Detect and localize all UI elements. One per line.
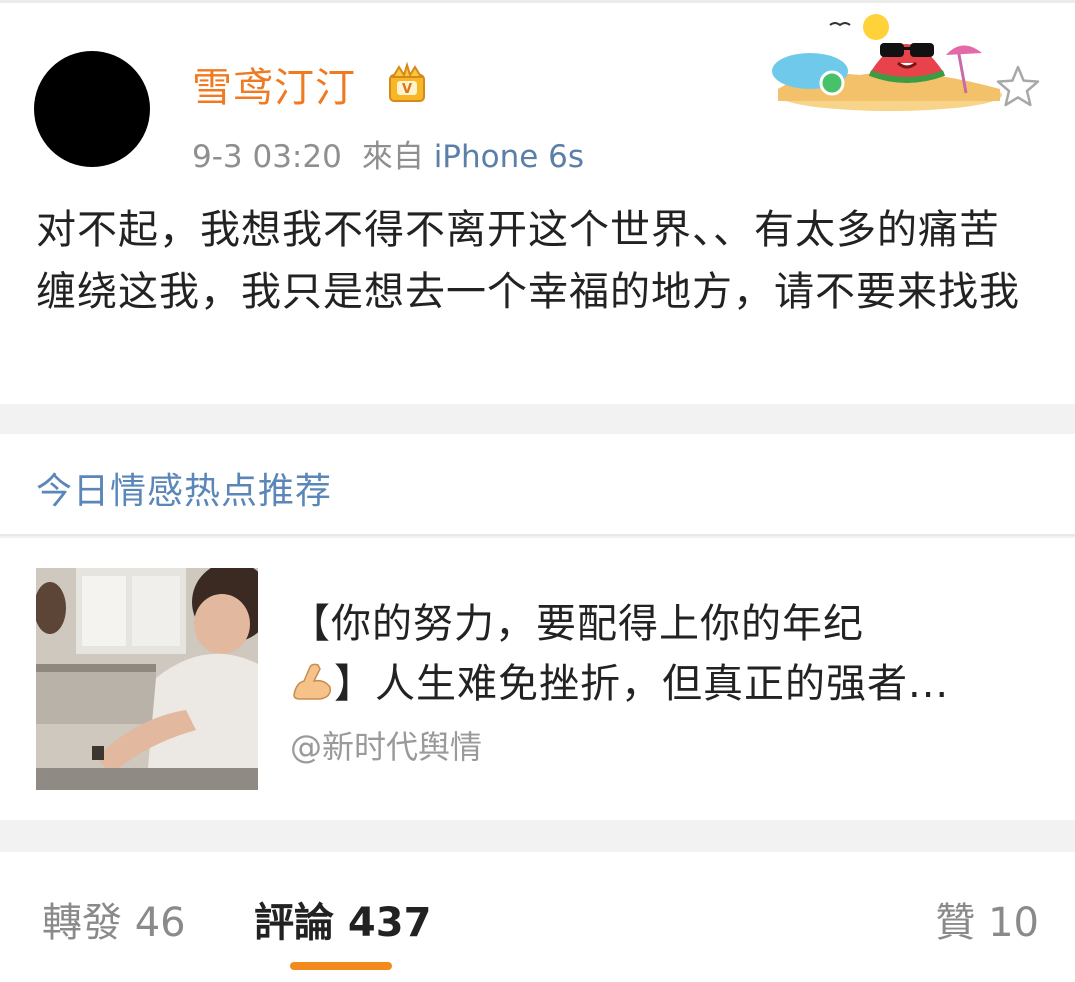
article-title-line1: 【你的努力，要配得上你的年纪 — [290, 601, 864, 647]
crown-icon: V — [389, 61, 425, 102]
star-icon[interactable] — [994, 63, 1042, 111]
active-tab-indicator — [290, 962, 392, 970]
watermelon-sticker — [772, 14, 1002, 111]
svg-text:V: V — [402, 82, 412, 97]
post-time: 9-3 03:20 — [192, 139, 342, 175]
flexed-biceps-icon — [293, 663, 332, 700]
source-device-link[interactable]: iPhone 6s — [434, 139, 584, 175]
article-thumbnail[interactable] — [36, 568, 258, 790]
weibo-post-page: 雪鸢汀汀 V 9-3 03:20 來自 iPhone 6s 对不起，我想我不得不… — [0, 0, 1075, 982]
source-prefix: 來自 — [361, 139, 424, 175]
article-author[interactable]: @新时代舆情 — [290, 722, 482, 768]
post-text: 对不起，我想我不得不离开这个世界、、有太多的痛苦缠绕这我，我只是想去一个幸福的地… — [36, 207, 1020, 315]
article-title-line2: 】人生难免挫折，但真正的强者... — [334, 661, 950, 707]
section-title[interactable]: 今日情感热点推荐 — [36, 462, 332, 514]
avatar[interactable] — [34, 51, 150, 167]
tab-like[interactable]: 贊 10 — [935, 890, 1039, 948]
article-title-line2-wrapper: 】人生难免挫折，但真正的强者... — [290, 654, 1050, 714]
recommend-card[interactable]: 【你的努力，要配得上你的年纪 】人生难免挫折，但真正的强者... @新时代舆情 — [0, 538, 1075, 820]
article-title[interactable]: 【你的努力，要配得上你的年纪 】人生难免挫折，但真正的强者... — [290, 594, 1050, 714]
tab-comment[interactable]: 評論 437 — [254, 890, 431, 948]
tab-repost[interactable]: 轉發 46 — [42, 890, 186, 948]
interaction-tabs: 轉發 46 評論 437 贊 10 — [0, 852, 1075, 982]
recommend-section-header: 今日情感热点推荐 — [0, 434, 1075, 536]
post-meta: 9-3 03:20 來自 iPhone 6s — [192, 131, 584, 176]
username[interactable]: 雪鸢汀汀 — [192, 55, 356, 113]
post-card: 雪鸢汀汀 V 9-3 03:20 來自 iPhone 6s 对不起，我想我不得不… — [0, 0, 1075, 404]
